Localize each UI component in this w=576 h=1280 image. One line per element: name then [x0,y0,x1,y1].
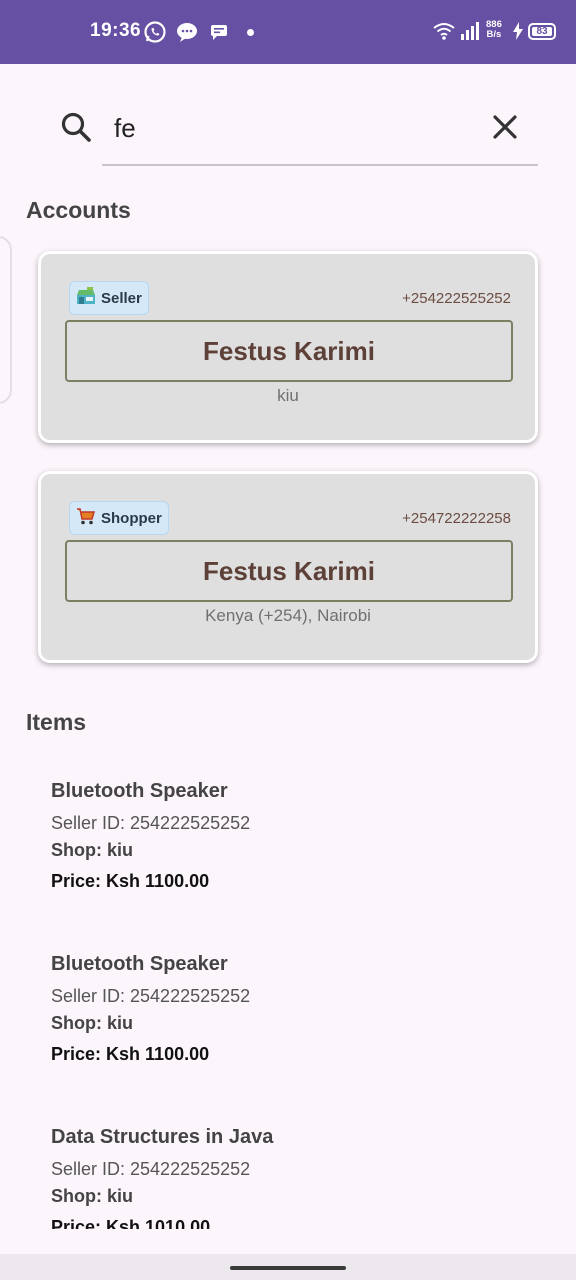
search-underline [102,164,538,166]
item-price: Price: Ksh 1100.00 [51,1044,210,1064]
items-scroll-area[interactable]: Items Bluetooth Speaker Seller ID: 25422… [0,700,576,1229]
item-title: Bluetooth Speaker [51,953,228,975]
item-seller-id: Seller ID: 254222525252 [51,986,251,1006]
list-item[interactable]: Data Structures in Java Seller ID: 25422… [51,1126,273,1229]
list-item[interactable]: Bluetooth Speaker Seller ID: 25422252525… [51,953,250,1065]
items-section-title: Items [26,709,87,735]
item-title: Bluetooth Speaker [51,780,228,802]
status-time: 19:36 [90,20,142,41]
wifi-icon [433,22,455,45]
item-shop: Shop: kiu [51,840,133,860]
shopping-cart-icon [76,506,96,530]
charging-bolt-icon [512,22,524,45]
network-speed: 886 B/s [486,19,502,40]
item-title: Data Structures in Java [51,1126,274,1148]
shop-icon [76,286,96,310]
account-phone: +254222525252 [402,290,511,307]
account-card-seller[interactable]: Seller +254222525252 Festus Karimi kiu [38,251,538,443]
item-price: Price: Ksh 1010.00 [51,1217,211,1229]
account-type-badge: Shopper [69,501,169,535]
close-icon[interactable] [492,114,518,145]
item-seller-id: Seller ID: 254222525252 [51,1159,251,1179]
account-type-label: Seller [101,289,142,307]
message-icon [210,24,228,45]
item-seller-id: Seller ID: 254222525252 [51,813,251,833]
accounts-section-title: Accounts [26,197,131,223]
whatsapp-icon [143,20,167,49]
battery-level: 83 [532,27,552,37]
item-shop: Shop: kiu [51,1186,133,1206]
account-phone: +254722222258 [402,510,511,527]
account-type-badge: Seller [69,281,149,315]
signal-icon [460,22,482,45]
account-name: Festus Karimi [65,540,513,602]
account-card-shopper[interactable]: Shopper +254722222258 Festus Karimi Keny… [38,471,538,663]
search-icon[interactable] [60,111,92,148]
account-type-label: Shopper [101,509,162,527]
item-shop: Shop: kiu [51,1013,133,1033]
status-bar: 19:36 886 B/s 83 [0,0,576,64]
chat-bubble-icon [176,22,198,47]
account-name: Festus Karimi [65,320,513,382]
notification-dot-icon [247,29,254,36]
account-location: Kenya (+254), Nairobi [205,606,371,625]
list-item[interactable]: Bluetooth Speaker Seller ID: 25422252525… [51,780,250,892]
navigation-bar [0,1254,576,1280]
side-drawer-handle[interactable] [0,236,12,404]
account-shop-name: kiu [277,386,299,405]
item-price: Price: Ksh 1100.00 [51,871,210,891]
home-indicator[interactable] [230,1266,346,1270]
search-input[interactable] [114,106,474,150]
battery-indicator: 83 [528,23,556,40]
